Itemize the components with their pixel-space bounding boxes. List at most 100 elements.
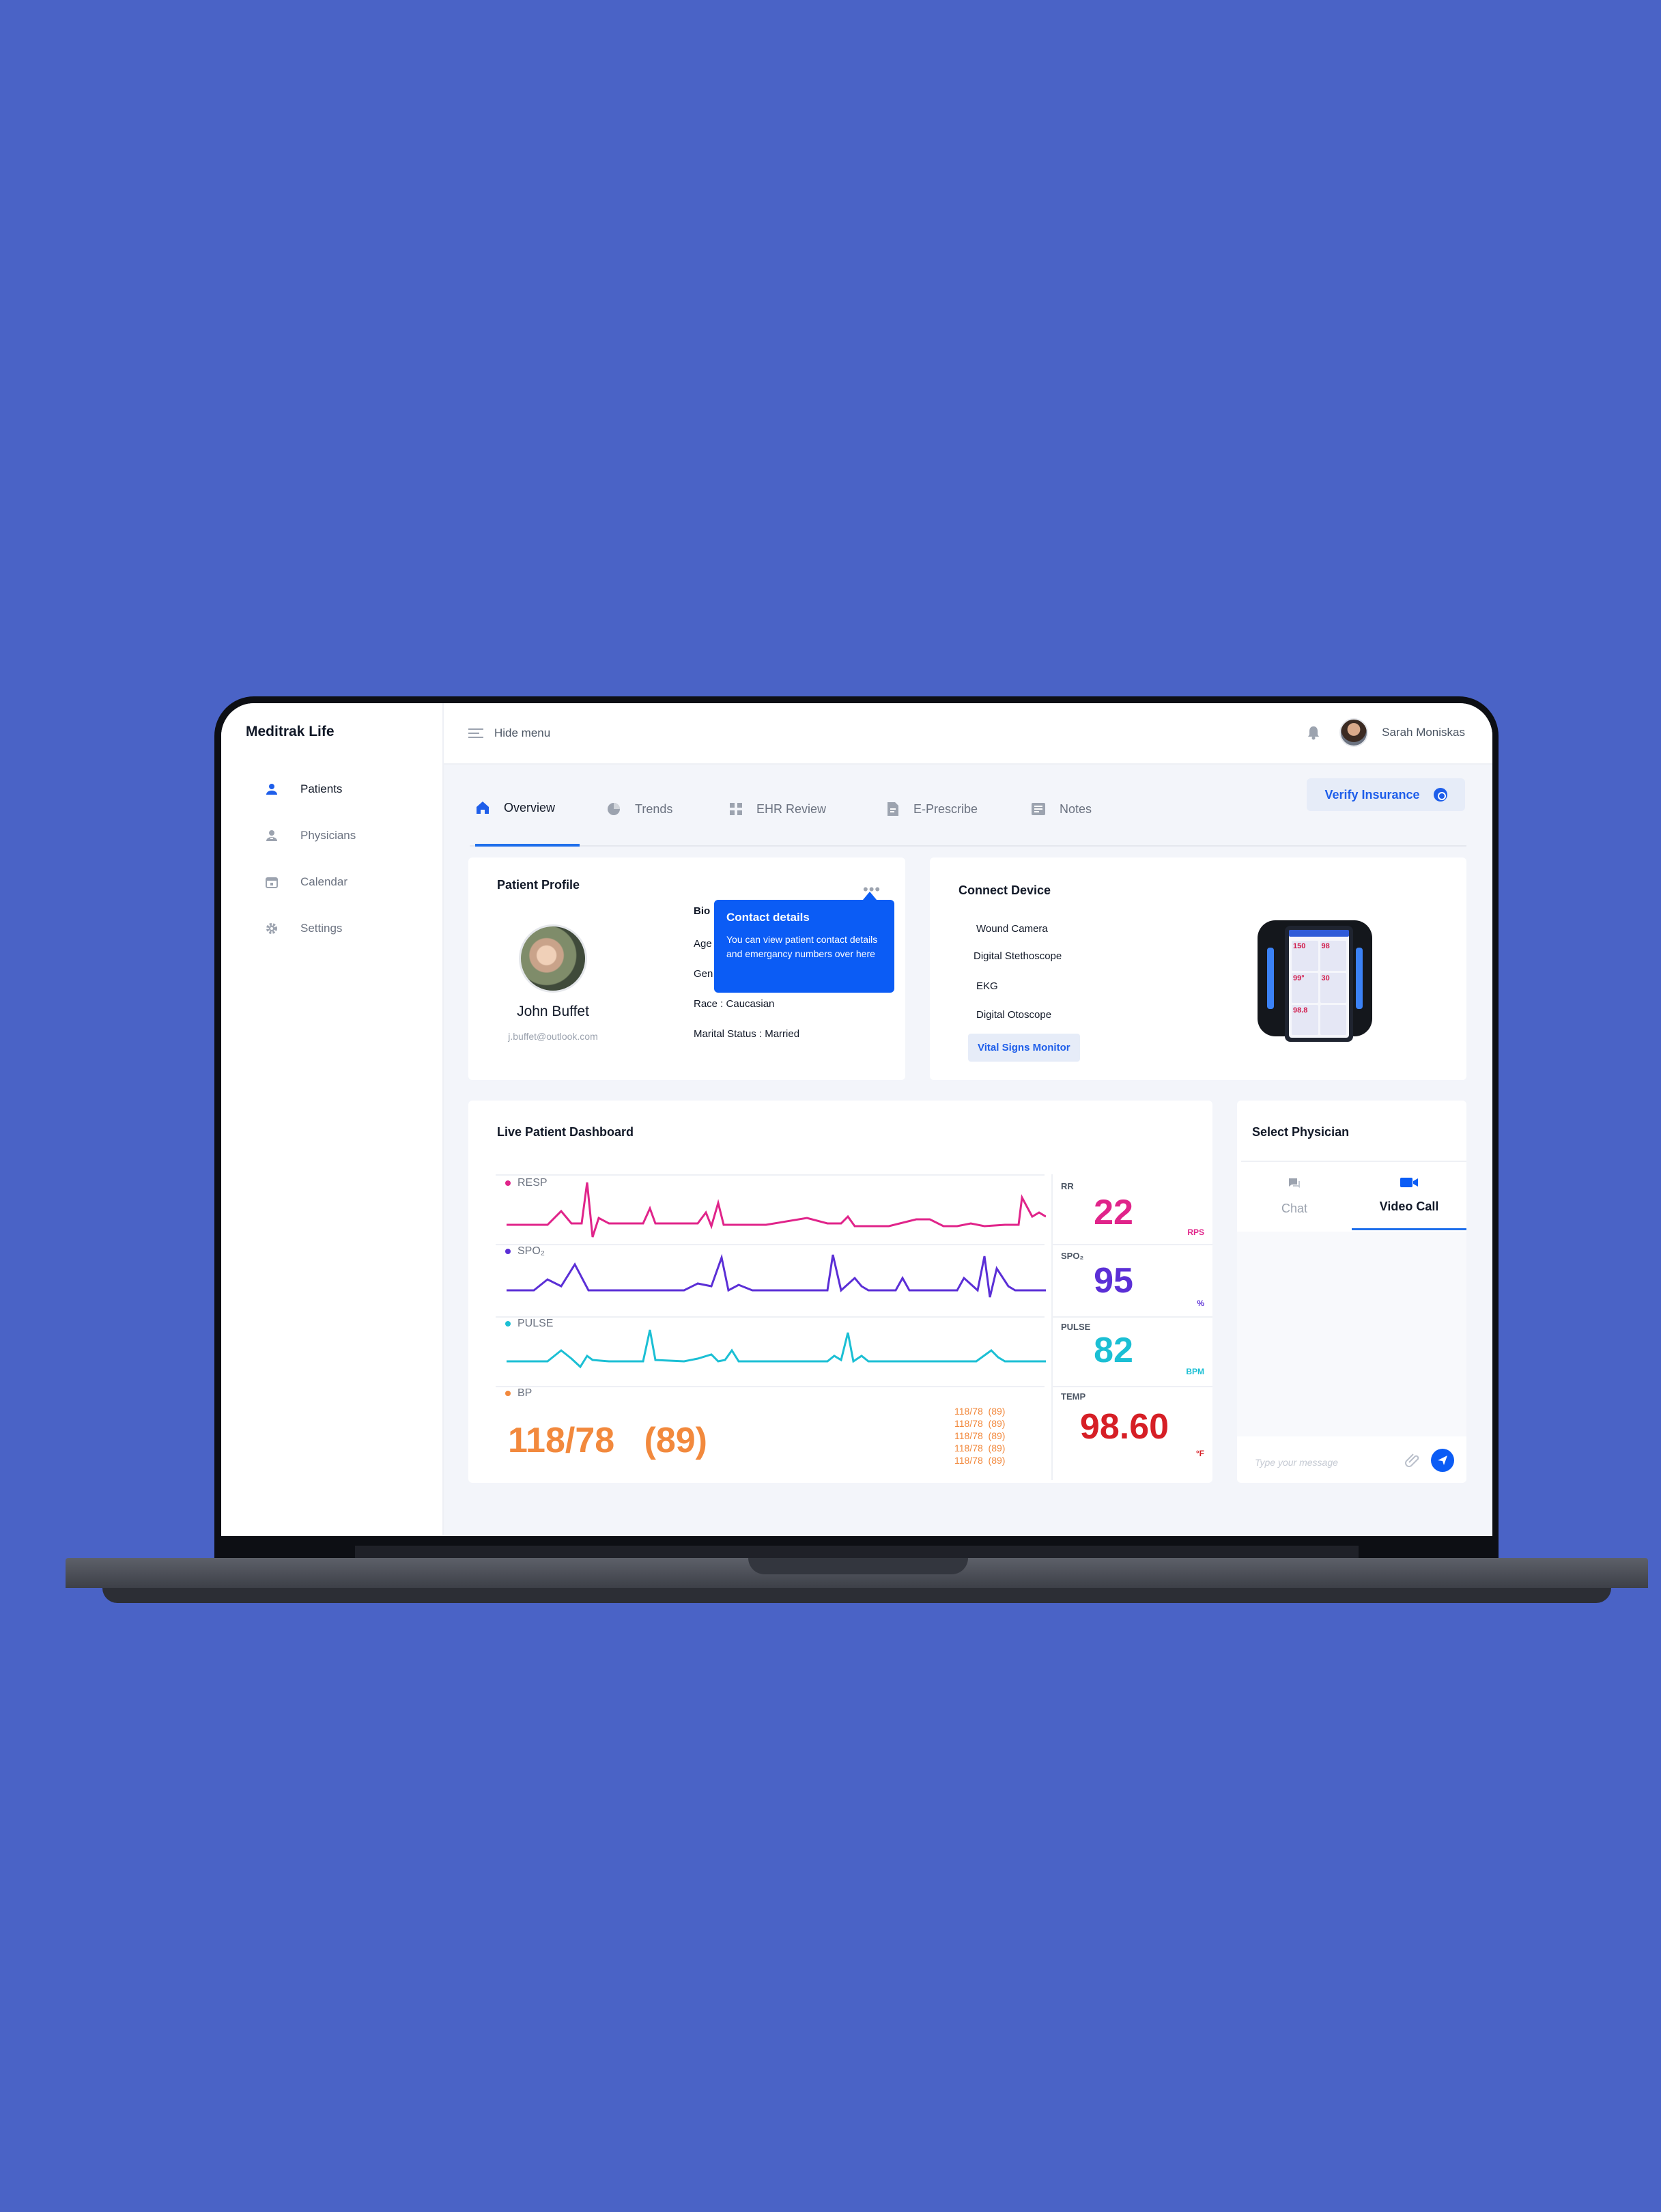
- pulse-waveform: [507, 1329, 1046, 1369]
- race-field: Race : Caucasian: [694, 998, 775, 1010]
- device-option[interactable]: Digital Stethoscope: [974, 950, 1062, 962]
- rr-unit: RPS: [1187, 1228, 1204, 1237]
- device-option-selected[interactable]: Vital Signs Monitor: [968, 1034, 1080, 1062]
- bp-current-value: 118/78 (89): [508, 1421, 707, 1460]
- doctor-icon: [264, 827, 280, 844]
- patient-profile-card: Patient Profile John Buffet j.buffet@out…: [468, 857, 905, 1080]
- attachment-icon[interactable]: [1404, 1451, 1421, 1469]
- shield-icon: [1433, 788, 1447, 802]
- tab-label: Chat: [1281, 1201, 1308, 1215]
- sidebar-item-physicians[interactable]: Physicians: [264, 812, 356, 859]
- tab-chat[interactable]: Chat: [1237, 1162, 1352, 1230]
- tooltip-title: Contact details: [726, 911, 810, 924]
- tab-video-call[interactable]: Video Call: [1352, 1162, 1466, 1230]
- rr-value: 22: [1094, 1193, 1133, 1232]
- sidebar-item-calendar[interactable]: Calendar: [264, 859, 356, 905]
- document-icon: [888, 802, 898, 816]
- app-logo: Meditrak Life: [246, 724, 335, 739]
- row-divider: [1051, 1316, 1212, 1318]
- patient-name: John Buffet: [517, 1004, 589, 1019]
- message-input[interactable]: Type your message: [1255, 1457, 1338, 1468]
- monitor-screen: 150 98 99° 30 98.8: [1285, 926, 1353, 1042]
- spo2-value: 95: [1094, 1261, 1133, 1301]
- sidebar: Meditrak Life Patients Physicians Calend…: [221, 703, 444, 1536]
- sidebar-item-patients[interactable]: Patients: [264, 766, 356, 812]
- home-icon: [477, 802, 489, 814]
- video-call-area: [1237, 1232, 1466, 1436]
- temp-unit: °F: [1195, 1449, 1204, 1458]
- row-label-text: BP: [517, 1387, 533, 1399]
- sidebar-item-label: Patients: [300, 782, 343, 795]
- contact-details-tooltip: Contact details You can view patient con…: [714, 892, 894, 993]
- patient-email[interactable]: j.buffet@outlook.com: [485, 1031, 621, 1042]
- avatar[interactable]: [1339, 718, 1369, 747]
- tab-label: Video Call: [1379, 1200, 1439, 1213]
- tab-trends[interactable]: Trends: [606, 771, 672, 847]
- tab-ehr-review[interactable]: EHR Review: [729, 771, 826, 847]
- sidebar-nav: Patients Physicians Calendar Settings: [264, 766, 356, 952]
- device-option[interactable]: Digital Otoscope: [976, 1009, 1051, 1021]
- person-icon: [264, 781, 280, 797]
- monitor-reading: 98.8: [1292, 1005, 1318, 1035]
- hide-menu-button[interactable]: Hide menu: [468, 726, 550, 740]
- pie-chart-icon: [608, 803, 620, 815]
- resp-waveform: [507, 1182, 1046, 1238]
- vital-label: RR: [1061, 1181, 1074, 1191]
- menu-icon: [468, 728, 483, 738]
- tab-label: Notes: [1060, 802, 1092, 816]
- laptop-notch: [748, 1558, 968, 1574]
- sidebar-item-label: Calendar: [300, 875, 347, 888]
- gender-label: Gen: [694, 968, 713, 980]
- monitor-reading: 150: [1292, 941, 1318, 971]
- column-divider: [1051, 1174, 1053, 1480]
- vital-signs-monitor-image: 150 98 99° 30 98.8: [1258, 911, 1372, 1045]
- row-divider: [1051, 1244, 1212, 1245]
- tab-label: Overview: [504, 800, 556, 814]
- monitor-reading: 98: [1320, 941, 1346, 971]
- tab-notes[interactable]: Notes: [1031, 771, 1092, 847]
- spo2-waveform: [507, 1253, 1046, 1298]
- send-button[interactable]: [1431, 1449, 1454, 1472]
- user-menu[interactable]: Sarah Moniskas: [1307, 718, 1465, 747]
- calendar-icon: [264, 874, 280, 890]
- live-dashboard-card: Live Patient Dashboard RESP SPO₂ PULSE B…: [468, 1101, 1212, 1483]
- tab-e-prescribe[interactable]: E-Prescribe: [886, 771, 978, 847]
- patient-identity: John Buffet j.buffet@outlook.com: [485, 857, 621, 1080]
- connect-device-title: Connect Device: [959, 883, 1051, 897]
- sidebar-item-label: Physicians: [300, 829, 356, 842]
- bp-history-list: 118/78 (89) 118/78 (89) 118/78 (89) 118/…: [954, 1406, 1006, 1466]
- top-bar: Hide menu Sarah Moniskas: [444, 703, 1492, 765]
- select-physician-title: Select Physician: [1252, 1125, 1350, 1139]
- temp-value: 98.60: [1079, 1407, 1169, 1447]
- waveform-chart: [507, 1182, 1046, 1369]
- pulse-value: 82: [1094, 1331, 1133, 1370]
- bp-row-label: BP: [505, 1387, 532, 1400]
- bio-label: Bio: [694, 905, 711, 917]
- send-icon: [1438, 1456, 1447, 1465]
- tab-label: Trends: [635, 802, 673, 816]
- device-option[interactable]: Wound Camera: [976, 923, 1048, 935]
- patient-avatar: [519, 924, 587, 993]
- select-physician-card: Select Physician Chat Video Call Type yo…: [1237, 1101, 1466, 1483]
- gear-icon: [264, 920, 280, 937]
- bell-icon[interactable]: [1307, 725, 1320, 740]
- pulse-unit: BPM: [1186, 1367, 1204, 1376]
- tab-label: EHR Review: [756, 802, 827, 816]
- monitor-reading: [1320, 1005, 1346, 1035]
- age-label: Age: [694, 938, 712, 950]
- hide-menu-label: Hide menu: [494, 726, 551, 739]
- marital-status-field: Marital Status : Married: [694, 1028, 800, 1040]
- chat-icon: [1289, 1178, 1300, 1188]
- monitor-header: [1289, 930, 1349, 937]
- device-option[interactable]: EKG: [976, 980, 998, 992]
- verify-insurance-label: Verify Insurance: [1324, 787, 1420, 802]
- bp-dot: [505, 1391, 511, 1396]
- user-name: Sarah Moniskas: [1382, 726, 1465, 739]
- notes-icon: [1032, 803, 1045, 815]
- tab-overview[interactable]: Overview: [475, 771, 580, 847]
- app-screen: Meditrak Life Patients Physicians Calend…: [221, 703, 1492, 1536]
- laptop-base-bottom: [102, 1588, 1611, 1603]
- tab-label: E-Prescribe: [913, 802, 978, 816]
- verify-insurance-button[interactable]: Verify Insurance: [1307, 778, 1465, 811]
- sidebar-item-settings[interactable]: Settings: [264, 905, 356, 952]
